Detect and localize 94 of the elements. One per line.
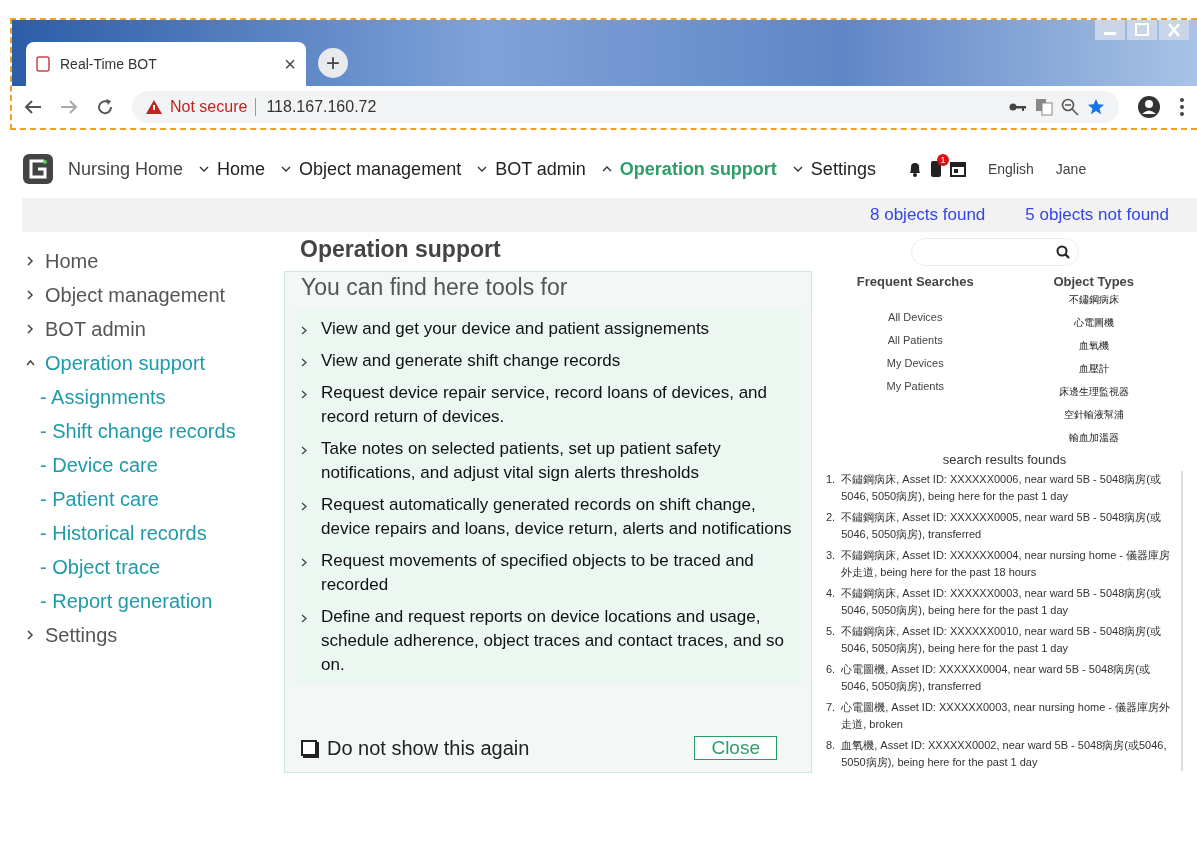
result-number: 3. bbox=[826, 548, 836, 563]
menu-icon[interactable] bbox=[1179, 97, 1185, 117]
chevron-right-icon bbox=[301, 446, 307, 455]
chevron-down-icon bbox=[477, 165, 488, 173]
results-heading: search results founds bbox=[942, 452, 1067, 467]
browser-tab[interactable]: Real-Time BOT × bbox=[26, 42, 306, 86]
chevron-right-icon bbox=[301, 358, 307, 367]
result-number: 7. bbox=[826, 700, 836, 715]
security-label: Not secure bbox=[170, 98, 248, 116]
calendar-icon[interactable] bbox=[949, 161, 966, 177]
logo-icon bbox=[22, 153, 54, 185]
chevron-right-icon bbox=[26, 324, 35, 334]
checkbox[interactable] bbox=[301, 740, 317, 756]
chevron-right-icon bbox=[301, 502, 307, 511]
result-number: 4. bbox=[826, 586, 836, 601]
chevron-right-icon bbox=[26, 256, 35, 266]
object-type-link[interactable]: 床邊生理監視器 bbox=[1058, 385, 1129, 408]
object-type-link[interactable]: 空針輸液幫浦 bbox=[1063, 408, 1124, 431]
result-number: 5. bbox=[826, 624, 836, 639]
tool-description: Request automatically generated records on shift change, device repairs and loans, device return, alerts and notifications bbox=[321, 494, 793, 540]
tool-description: Request movements of specified objects to be traced and recorded bbox=[321, 550, 755, 596]
frequent-search-link[interactable]: All Devices bbox=[888, 311, 943, 334]
chevron-up-icon bbox=[601, 165, 612, 173]
search-icon bbox=[1055, 245, 1070, 259]
result-number: 2. bbox=[826, 510, 836, 525]
chevron-right-icon bbox=[301, 558, 307, 567]
nav-link[interactable]: Settings bbox=[810, 158, 876, 180]
nav-link[interactable]: Home bbox=[217, 158, 266, 180]
result-text[interactable]: 心電圖機, Asset ID: XXXXXX0004, near ward 5B - 5048病房(或5046, 5050病房), transferred bbox=[841, 661, 1171, 695]
tab-title: Real-Time BOT bbox=[60, 56, 158, 72]
result-text[interactable]: 不鏽鋼病床, Asset ID: XXXXXX0006, near ward 5B - 5048病房(或5046, 5050病房), being here for the past 1 day bbox=[841, 471, 1171, 505]
result-text[interactable]: 不鏽鋼病床, Asset ID: XXXXXX0004, near nursing home - 儀器庫房外走道, being here for the past 18 hours bbox=[841, 547, 1171, 581]
url-text: 118.167.160.72 bbox=[255, 98, 377, 116]
result-number: 1. bbox=[826, 472, 836, 487]
reload-icon[interactable] bbox=[96, 98, 114, 116]
result-number: 6. bbox=[826, 662, 836, 677]
translate-icon[interactable] bbox=[1035, 98, 1053, 116]
chevron-down-icon bbox=[792, 165, 803, 173]
found-link[interactable]: 8 objects found bbox=[870, 205, 986, 225]
nav-link[interactable]: BOT admin bbox=[495, 158, 586, 180]
result-text[interactable]: 心電圖機, Asset ID: XXXXXX0003, near nursing home - 儀器庫房外走道, broken bbox=[841, 699, 1171, 733]
nav-link[interactable]: Object management bbox=[299, 158, 462, 180]
tool-description: Define and request reports on device locations and usage, schedule adherence, object traces and contact traces, and so on. bbox=[321, 606, 786, 676]
result-text[interactable]: 不鏽鋼病床, Asset ID: XXXXXX0010, near ward 5B - 5048病房(或5046, 5050病房), being here for the past 1 day bbox=[841, 623, 1171, 657]
sidebar-item[interactable]: Object management bbox=[26, 278, 284, 312]
chevron-down-icon bbox=[199, 165, 210, 173]
chevron-right-icon bbox=[26, 290, 35, 300]
not-found-link[interactable]: 5 objects not found bbox=[1025, 205, 1169, 225]
checkbox-label: Do not show this again bbox=[327, 736, 530, 760]
zoom-out-icon[interactable] bbox=[1061, 98, 1079, 116]
star-icon[interactable] bbox=[1087, 98, 1105, 116]
frequent-search-link[interactable]: All Patients bbox=[887, 334, 943, 357]
object-type-link[interactable]: 血氧機 bbox=[1078, 339, 1109, 362]
notification-badge: 1 bbox=[936, 154, 949, 166]
chevron-right-icon bbox=[26, 630, 35, 640]
result-number: 8. bbox=[826, 738, 836, 753]
profile-icon[interactable] bbox=[1137, 95, 1161, 119]
warning-icon bbox=[146, 100, 162, 114]
column-heading: Frequent Searches bbox=[856, 274, 974, 289]
object-type-link[interactable]: 血壓計 bbox=[1078, 362, 1109, 385]
chevron-right-icon bbox=[301, 614, 307, 623]
sidebar-item[interactable]: Home bbox=[26, 244, 284, 278]
phone-icon[interactable] bbox=[929, 160, 942, 178]
object-type-link[interactable]: 心電圖機 bbox=[1073, 316, 1114, 339]
tool-description: Request device repair service, record loans of devices, and record return of devices. bbox=[321, 382, 768, 428]
page-icon bbox=[36, 56, 50, 72]
object-type-link[interactable]: 輸血加溫器 bbox=[1068, 431, 1119, 454]
tool-description: View and get your device and patient assignements bbox=[321, 318, 710, 340]
result-text[interactable]: 血氧機, Asset ID: XXXXXX0002, near ward 5B - 5048病房(或5046, 5050病房), being here for the past 1 day bbox=[841, 737, 1171, 771]
key-icon[interactable] bbox=[1009, 102, 1027, 112]
language-link[interactable]: English bbox=[987, 161, 1034, 177]
new-tab-button[interactable]: + bbox=[318, 48, 348, 78]
sidebar-item[interactable]: BOT admin bbox=[26, 312, 284, 346]
chevron-right-icon bbox=[301, 390, 307, 399]
dialog-subtitle: You can find here tools for bbox=[300, 273, 569, 302]
chevron-up-icon bbox=[26, 358, 35, 368]
bell-icon[interactable] bbox=[907, 161, 922, 177]
brand-name: Nursing Home bbox=[68, 158, 184, 180]
object-type-link[interactable]: 不鏽鋼病床 bbox=[1068, 293, 1119, 316]
back-icon[interactable] bbox=[24, 99, 42, 115]
user-name[interactable]: Jane bbox=[1055, 161, 1087, 177]
sidebar-item[interactable]: Settings bbox=[26, 618, 284, 652]
tool-description: Take notes on selected patients, set up patient safety notifications, and adjust vital sign alerts thresholds bbox=[321, 438, 722, 484]
column-heading: Object Types bbox=[1053, 274, 1135, 289]
frequent-search-link[interactable]: My Devices bbox=[886, 357, 944, 380]
frequent-search-link[interactable]: My Patients bbox=[886, 380, 944, 403]
chevron-down-icon bbox=[281, 165, 292, 173]
tool-description: View and generate shift change records bbox=[321, 350, 621, 372]
result-text[interactable]: 不鏽鋼病床, Asset ID: XXXXXX0003, near ward 5B - 5048病房(或5046, 5050病房), being here for the past 1 day bbox=[841, 585, 1171, 619]
chevron-right-icon bbox=[301, 326, 307, 335]
close-tab-button[interactable]: × bbox=[284, 52, 296, 76]
result-text[interactable]: 不鏽鋼病床, Asset ID: XXXXXX0005, near ward 5B - 5048病房(或5046, 5050病房), transferred bbox=[841, 509, 1171, 543]
dialog-title: Operation support bbox=[299, 236, 502, 264]
address-bar[interactable]: Not secure 118.167.160.72 bbox=[132, 91, 1119, 123]
